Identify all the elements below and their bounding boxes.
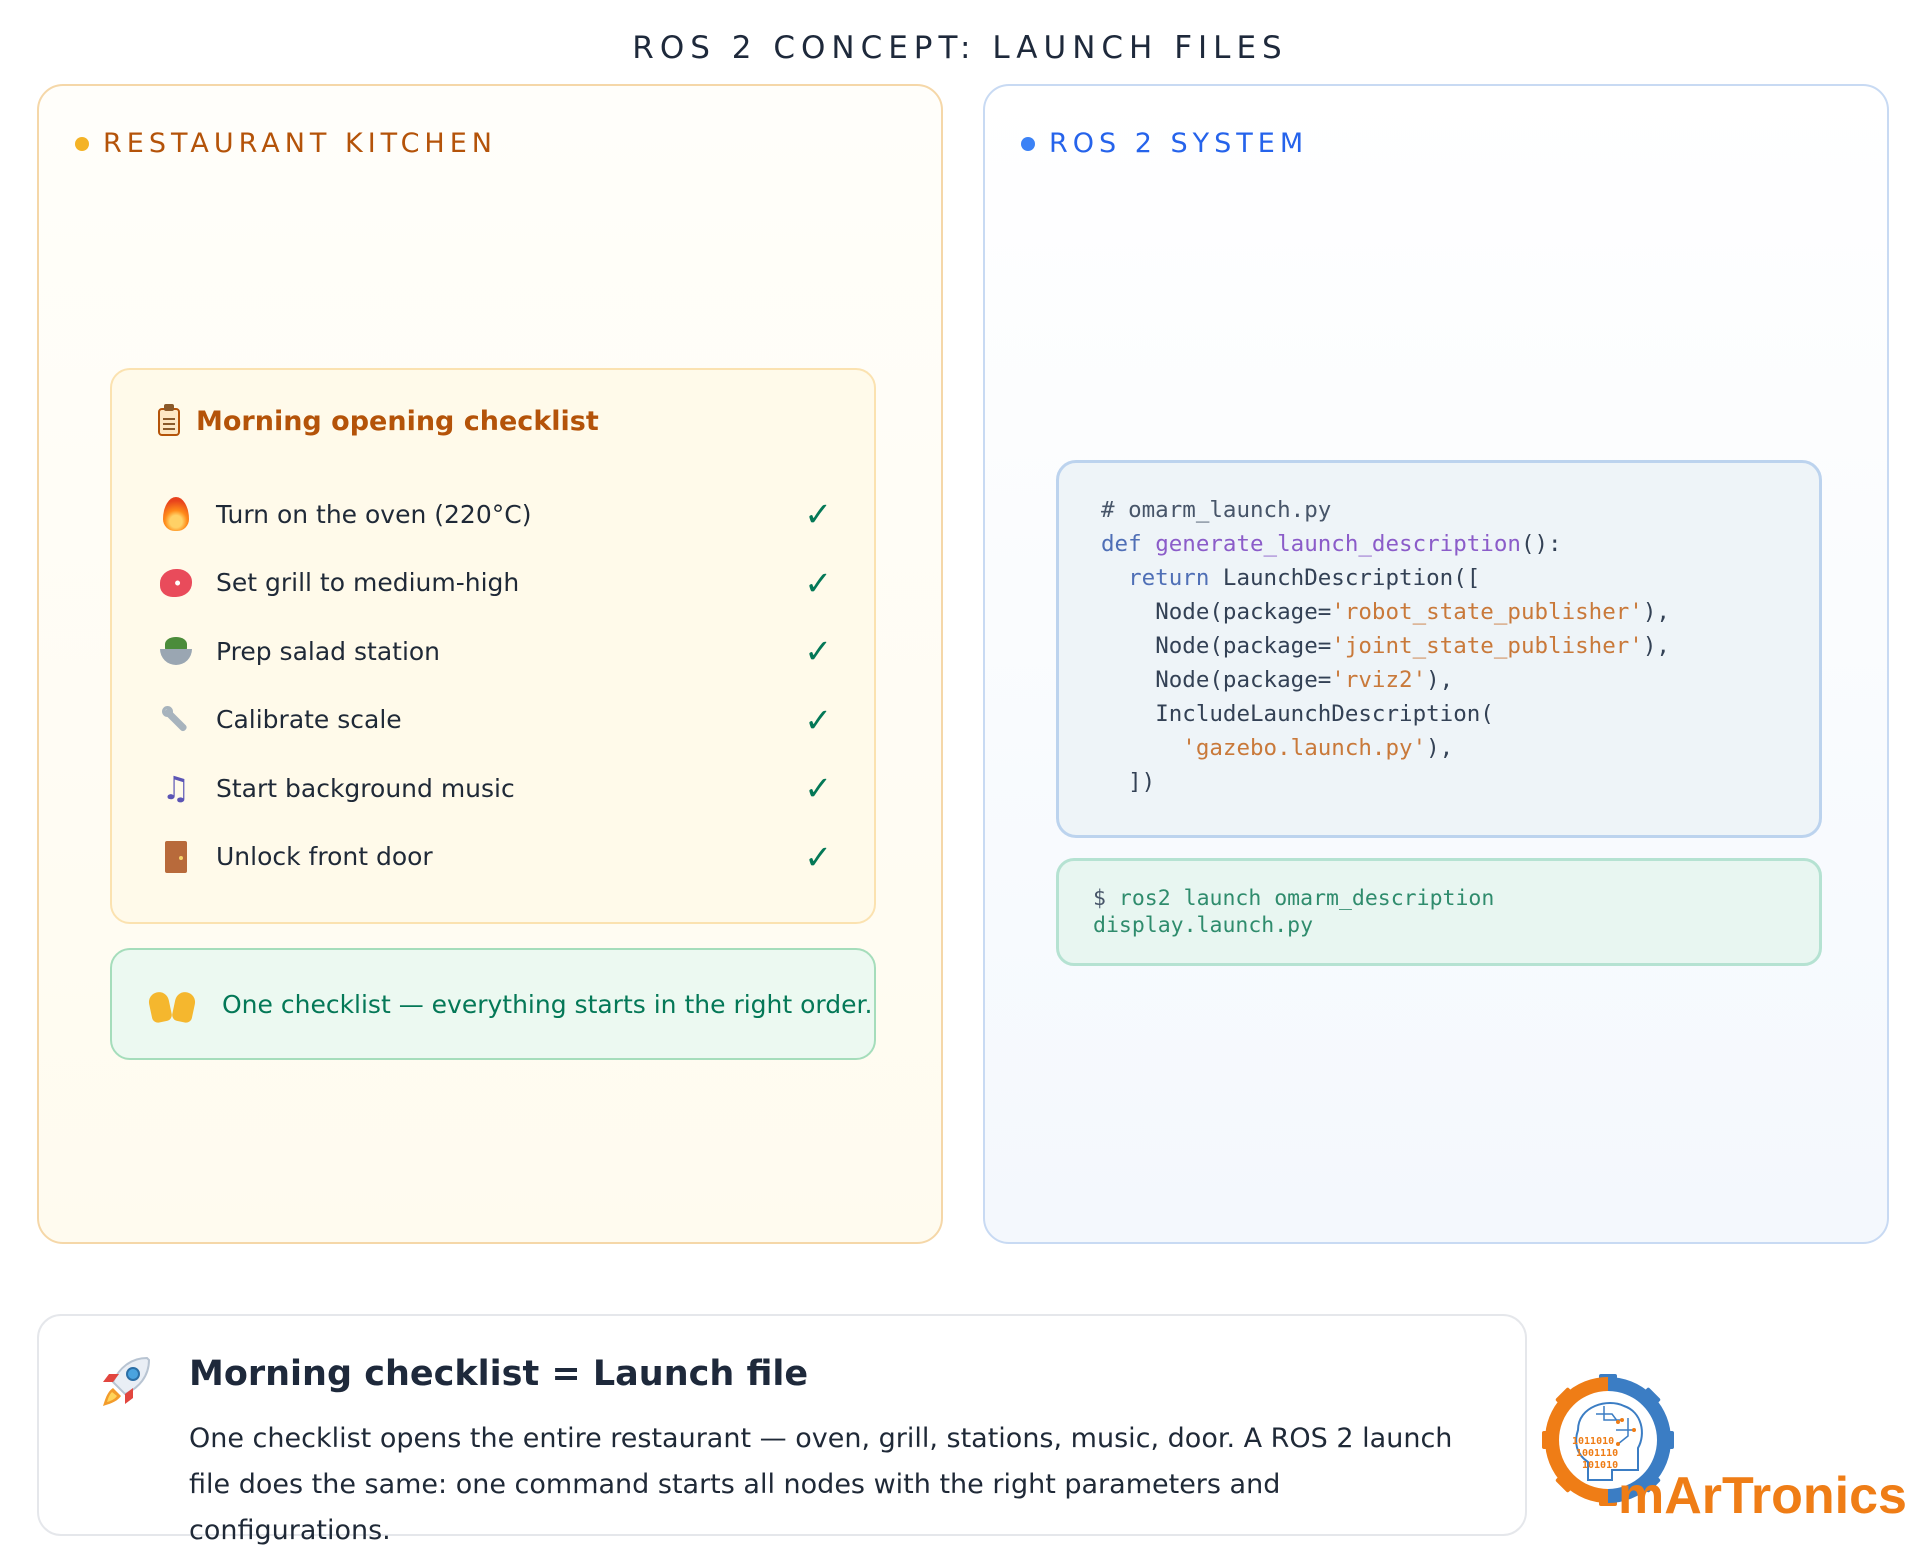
binary-line: 1011010 — [1572, 1436, 1614, 1447]
checklist-item-label: Turn on the oven (220°C) — [216, 499, 532, 529]
checklist-item: Turn on the oven (220°C) ✓ — [158, 480, 832, 549]
door-icon — [158, 839, 194, 875]
code-def-line: def generate_launch_description(): — [1101, 531, 1562, 557]
checklist-item-label: Calibrate scale — [216, 705, 402, 735]
checklist-item: Set grill to medium-high ✓ — [158, 549, 832, 618]
clipboard-icon — [158, 403, 180, 436]
code-closing-line: ]) — [1128, 769, 1156, 795]
ros-panel: ROS 2 SYSTEM # omarm_launch.py def gener… — [983, 84, 1889, 1244]
raised-hands-icon — [150, 984, 194, 1024]
checkmark-icon: ✓ — [804, 700, 832, 740]
code-return-line: return LaunchDescription([ — [1128, 565, 1481, 591]
martronics-logo: 1011010 1001110 101010 mArTronics — [1530, 1370, 1907, 1540]
kitchen-summary-text: One checklist — everything starts in the… — [222, 989, 873, 1019]
checklist-item: Unlock front door ✓ — [158, 823, 832, 892]
binary-line: 101010 — [1582, 1460, 1618, 1471]
code-node-line: Node(package='robot_state_publisher'), — [1155, 599, 1670, 625]
command-line-2: display.launch.py — [1093, 913, 1314, 938]
checklist-item: ♫ Start background music ✓ — [158, 754, 832, 823]
command-line-1: $ ros2 launch omarm_description — [1093, 886, 1495, 911]
flame-icon — [158, 496, 194, 532]
code-include-line: IncludeLaunchDescription( — [1155, 701, 1494, 727]
code-include-arg-line: 'gazebo.launch.py'), — [1182, 735, 1454, 761]
checklist-item: Prep salad station ✓ — [158, 617, 832, 686]
kitchen-heading-label: RESTAURANT KITCHEN — [103, 128, 497, 159]
checklist-card: Morning opening checklist Turn on the ov… — [110, 368, 876, 924]
wrench-icon — [158, 702, 194, 738]
takeaway-title: Morning checklist = Launch file — [189, 1354, 809, 1394]
checklist-title-label: Morning opening checklist — [196, 406, 599, 437]
binary-line: 1001110 — [1576, 1448, 1618, 1459]
checkmark-icon: ✓ — [804, 631, 832, 671]
checkmark-icon: ✓ — [804, 563, 832, 603]
rocket-icon — [103, 1356, 151, 1406]
launch-code-block: # omarm_launch.py def generate_launch_de… — [1056, 460, 1822, 838]
code-node-line: Node(package='joint_state_publisher'), — [1155, 633, 1670, 659]
kitchen-panel: RESTAURANT KITCHEN Morning opening check… — [37, 84, 943, 1244]
checklist-item-label: Start background music — [216, 773, 515, 803]
steak-icon — [158, 565, 194, 601]
checkmark-icon: ✓ — [804, 494, 832, 534]
checklist-item-label: Set grill to medium-high — [216, 568, 520, 598]
blue-dot-icon — [1021, 136, 1035, 151]
checkmark-icon: ✓ — [804, 768, 832, 808]
page-title: ROS 2 CONCEPT: LAUNCH FILES — [632, 30, 1288, 66]
music-notes-icon: ♫ — [161, 769, 191, 808]
code-comment: # omarm_launch.py — [1101, 497, 1332, 523]
ros-heading: ROS 2 SYSTEM — [1021, 128, 1308, 159]
takeaway-description: One checklist opens the entire restauran… — [189, 1423, 1453, 1546]
checklist-items: Turn on the oven (220°C) ✓ Set grill to … — [158, 480, 832, 891]
checkmark-icon: ✓ — [804, 837, 832, 877]
checklist-item-label: Prep salad station — [216, 636, 441, 666]
ros-heading-label: ROS 2 SYSTEM — [1049, 128, 1309, 159]
checklist-title: Morning opening checklist — [158, 403, 599, 437]
kitchen-summary-card: One checklist — everything starts in the… — [110, 948, 876, 1060]
martronics-wordmark: mArTronics — [1618, 1467, 1907, 1525]
takeaway-card: Morning checklist = Launch file One chec… — [37, 1314, 1527, 1546]
salad-bowl-icon — [158, 633, 194, 669]
terminal-command-block: $ ros2 launch omarm_description display.… — [1056, 858, 1822, 966]
code-node-line: Node(package='rviz2'), — [1155, 667, 1454, 693]
kitchen-heading: RESTAURANT KITCHEN — [75, 128, 497, 159]
checklist-item: Calibrate scale ✓ — [158, 686, 832, 755]
yellow-dot-icon — [75, 136, 89, 151]
checklist-item-label: Unlock front door — [216, 842, 433, 872]
